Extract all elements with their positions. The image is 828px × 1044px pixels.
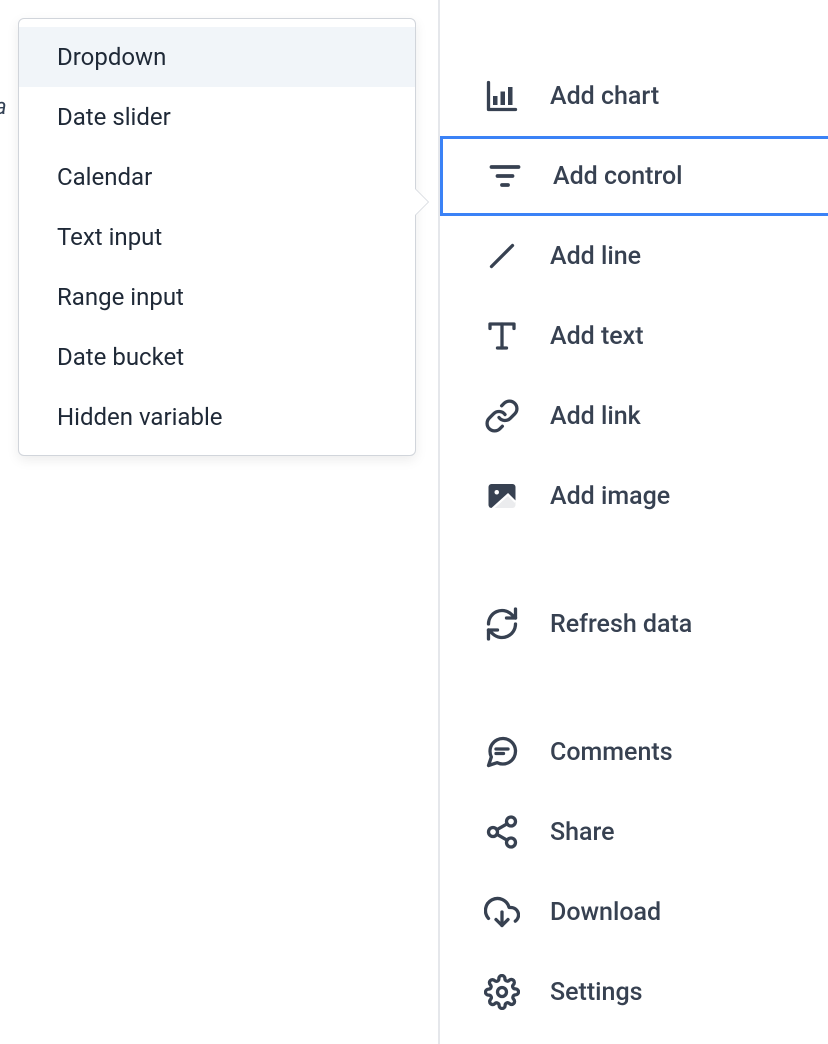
popup-item-text-input[interactable]: Text input [19,207,415,267]
sidebar-item-download[interactable]: Download [440,872,828,952]
refresh-icon [484,606,520,642]
popup-item-date-slider[interactable]: Date slider [19,87,415,147]
sidebar-item-share[interactable]: Share [440,792,828,872]
popup-item-label: Text input [57,223,162,251]
text-icon [484,318,520,354]
sidebar-item-add-line[interactable]: Add line [440,216,828,296]
sidebar-item-add-chart[interactable]: Add chart [440,56,828,136]
sidebar-group-misc: Comments Share D [440,712,828,1032]
image-icon [484,478,520,514]
sidebar: Add chart Add control Add line [438,0,828,1044]
sidebar-group-add: Add chart Add control Add line [440,56,828,536]
popup-item-label: Hidden variable [57,403,223,431]
sidebar-item-label: Share [550,818,615,847]
sidebar-item-label: Add control [553,162,683,191]
sidebar-item-label: Download [550,898,661,927]
popup-item-label: Calendar [57,163,152,191]
sidebar-item-label: Comments [550,738,673,767]
popup-item-label: Range input [57,283,184,311]
popup-item-label: Dropdown [57,43,166,71]
popup-item-date-bucket[interactable]: Date bucket [19,327,415,387]
sidebar-item-add-image[interactable]: Add image [440,456,828,536]
sidebar-item-label: Add chart [550,82,659,111]
sidebar-group-refresh: Refresh data [440,584,828,664]
sidebar-item-add-link[interactable]: Add link [440,376,828,456]
filter-icon [487,158,523,194]
sidebar-item-label: Add image [550,482,670,511]
download-icon [484,894,520,930]
popup-item-label: Date slider [57,103,171,131]
sidebar-item-label: Add line [550,242,641,271]
settings-icon [484,974,520,1010]
sidebar-item-label: Settings [550,978,643,1007]
sidebar-item-add-control[interactable]: Add control [440,136,828,216]
sidebar-item-label: Refresh data [550,610,692,639]
chart-icon [484,78,520,114]
popup-caret [415,189,428,215]
sidebar-item-settings[interactable]: Settings [440,952,828,1032]
sidebar-item-comments[interactable]: Comments [440,712,828,792]
share-icon [484,814,520,850]
link-icon [484,398,520,434]
sidebar-item-label: Add link [550,402,641,431]
popup-item-label: Date bucket [57,343,184,371]
sidebar-item-refresh-data[interactable]: Refresh data [440,584,828,664]
line-icon [484,238,520,274]
popup-item-hidden-variable[interactable]: Hidden variable [19,387,415,447]
sidebar-item-label: Add text [550,322,644,351]
popup-item-calendar[interactable]: Calendar [19,147,415,207]
sidebar-item-add-text[interactable]: Add text [440,296,828,376]
control-type-popup: Dropdown Date slider Calendar Text input… [18,18,416,456]
background-text: a [0,95,7,120]
comment-icon [484,734,520,770]
popup-item-range-input[interactable]: Range input [19,267,415,327]
popup-item-dropdown[interactable]: Dropdown [19,27,415,87]
